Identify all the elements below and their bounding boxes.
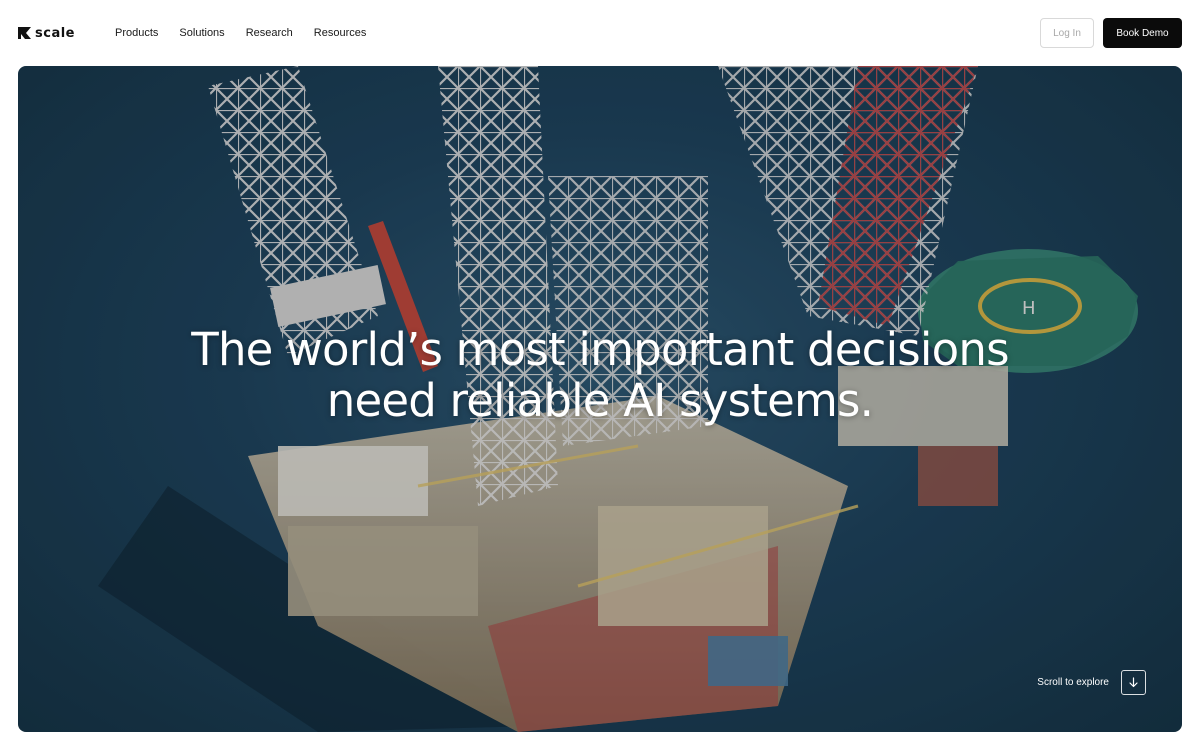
hero-headline: The world’s most important decisions nee… <box>18 324 1182 426</box>
nav-products[interactable]: Products <box>115 27 158 39</box>
main-menu: Products Solutions Research Resources <box>115 27 366 39</box>
log-in-button[interactable]: Log In <box>1040 18 1094 48</box>
hero-headline-line-1: The world’s most important decisions <box>191 323 1009 376</box>
book-demo-button[interactable]: Book Demo <box>1103 18 1182 48</box>
arrow-down-icon <box>1129 677 1138 688</box>
brand-name: scale <box>35 25 75 41</box>
scroll-label: Scroll to explore <box>1037 677 1109 688</box>
hero-headline-line-2: need reliable AI systems. <box>326 374 874 427</box>
hero-section: H The world’s most important decisions n… <box>18 66 1182 732</box>
top-navigation: scale Products Solutions Research Resour… <box>0 0 1200 66</box>
scale-logo-icon <box>18 27 31 39</box>
nav-research[interactable]: Research <box>246 27 293 39</box>
scroll-to-explore[interactable]: Scroll to explore <box>1037 670 1146 695</box>
scroll-down-button[interactable] <box>1121 670 1146 695</box>
nav-resources[interactable]: Resources <box>314 27 367 39</box>
nav-solutions[interactable]: Solutions <box>179 27 224 39</box>
scale-logo[interactable]: scale <box>18 25 80 41</box>
nav-actions: Log In Book Demo <box>1040 18 1182 48</box>
